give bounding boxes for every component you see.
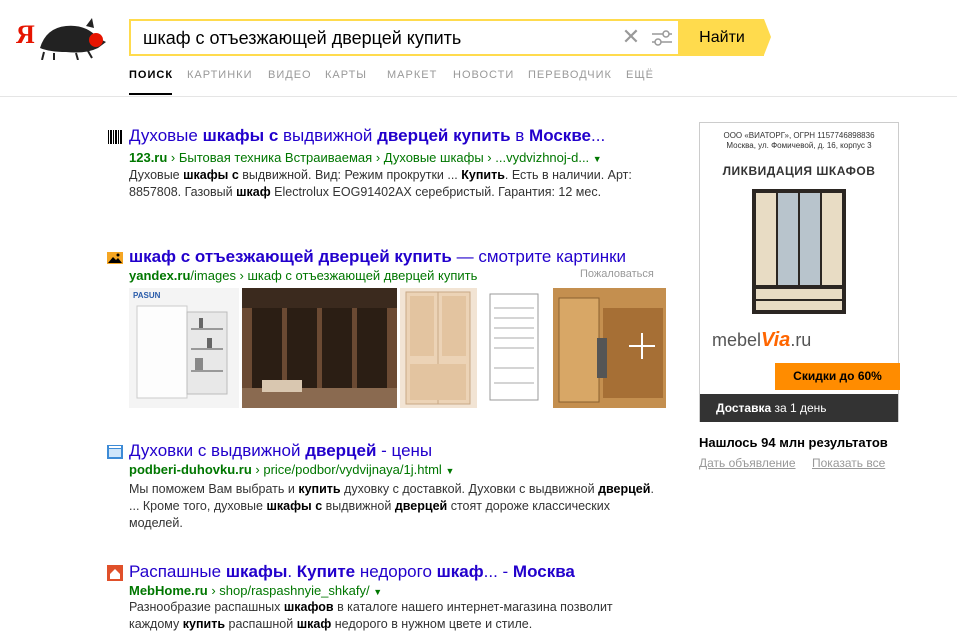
search-input[interactable]: шкаф с отъезжающей дверцей купить ✕ [129, 19, 680, 56]
search-button[interactable]: Найти [680, 19, 764, 56]
result-snippet: Разнообразие распашных шкафов в каталоге… [129, 600, 613, 631]
search-result: Духовые шкафы с выдвижной дверцей купить… [107, 126, 667, 221]
ad-logo: mebelVia.ru [712, 329, 812, 351]
tab-maps[interactable]: КАРТЫ [325, 69, 367, 81]
search-query[interactable]: шкаф с отъезжающей дверцей купить [143, 28, 461, 49]
result-snippet: Мы поможем Вам выбрать и купить духовку … [129, 482, 654, 530]
wardrobe-image [752, 189, 846, 314]
result-title-link[interactable]: Духовки с выдвижной дверцей - цены [129, 441, 432, 461]
thumbnail-image[interactable] [553, 288, 666, 408]
ad-discount-badge: Скидки до 60% [775, 363, 900, 390]
dropdown-arrow-icon[interactable]: ▼ [373, 587, 382, 597]
search-form: шкаф с отъезжающей дверцей купить ✕ Найт… [129, 19, 771, 56]
result-url[interactable]: MebHome.ru › shop/raspashnyie_shkafy/ ▼ [129, 583, 382, 598]
search-button-arrow [764, 19, 771, 55]
show-all-ads-link[interactable]: Показать все [812, 456, 885, 470]
settings-sliders-icon[interactable] [651, 29, 673, 47]
dropdown-arrow-icon[interactable]: ▼ [445, 466, 454, 476]
dropdown-arrow-icon[interactable]: ▼ [593, 154, 602, 164]
results-count: Нашлось 94 млн результатов [699, 435, 888, 450]
logo-letter: Я [16, 20, 35, 49]
clear-icon[interactable]: ✕ [621, 26, 641, 48]
images-url[interactable]: yandex.ru/images › шкаф с отъезжающей дв… [129, 268, 477, 283]
result-url[interactable]: 123.ru › Бытовая техника Встраиваемая › … [129, 150, 602, 165]
tab-search[interactable]: ПОИСК [129, 69, 173, 81]
active-tab-underline [129, 93, 172, 95]
search-result: Духовки с выдвижной дверцей - цены podbe… [107, 441, 667, 531]
image-thumbnails: PASUN [129, 288, 666, 408]
bull-logo-icon [40, 18, 106, 60]
thumbnail-image[interactable] [480, 288, 550, 408]
ad-company-info: ООО «ВИАТОРГ», ОГРН 1157746898836 Москва,… [723, 131, 875, 150]
tab-more[interactable]: ЕЩЁ [626, 69, 654, 81]
mebhome-icon [107, 565, 123, 581]
tab-news[interactable]: НОВОСТИ [453, 69, 514, 81]
ad-banner[interactable]: ООО «ВИАТОРГ», ОГРН 1157746898836 Москва,… [699, 122, 900, 422]
oven-icon [107, 445, 123, 459]
result-url[interactable]: podberi-duhovku.ru › price/podbor/vydvij… [129, 462, 454, 477]
thumbnail-image[interactable] [242, 288, 397, 408]
result-snippet: Духовые шкафы с выдвижной. Вид: Режим пр… [129, 168, 632, 199]
header-divider [0, 96, 957, 97]
yandex-logo[interactable]: Я [16, 18, 108, 60]
search-result: Распашные шкафы. Купите недорого шкаф...… [107, 562, 667, 641]
tab-images[interactable]: КАРТИНКИ [187, 69, 252, 81]
thumbnail-image[interactable] [400, 288, 477, 408]
images-title-link[interactable]: шкаф с отъезжающей дверцей купить — смот… [129, 247, 626, 267]
images-icon [107, 252, 123, 264]
svg-text:PASUN: PASUN [133, 291, 161, 300]
place-ad-link[interactable]: Дать объявление [699, 456, 796, 470]
images-result: шкаф с отъезжающей дверцей купить — смот… [107, 247, 667, 413]
tab-translator[interactable]: ПЕРЕВОДЧИК [528, 69, 612, 81]
ad-delivery-bar: Доставка за 1 день [700, 394, 898, 422]
tab-market[interactable]: МАРКЕТ [387, 69, 437, 81]
thumbnail-image[interactable]: PASUN [129, 288, 239, 408]
tab-video[interactable]: ВИДЕО [268, 69, 312, 81]
result-title-link[interactable]: Духовые шкафы с выдвижной дверцей купить… [129, 126, 605, 146]
ad-title: ЛИКВИДАЦИЯ ШКАФОВ [722, 164, 876, 178]
result-title-link[interactable]: Распашные шкафы. Купите недорого шкаф...… [129, 562, 575, 582]
complain-link[interactable]: Пожаловаться [580, 268, 654, 280]
barcode-icon [108, 130, 122, 144]
